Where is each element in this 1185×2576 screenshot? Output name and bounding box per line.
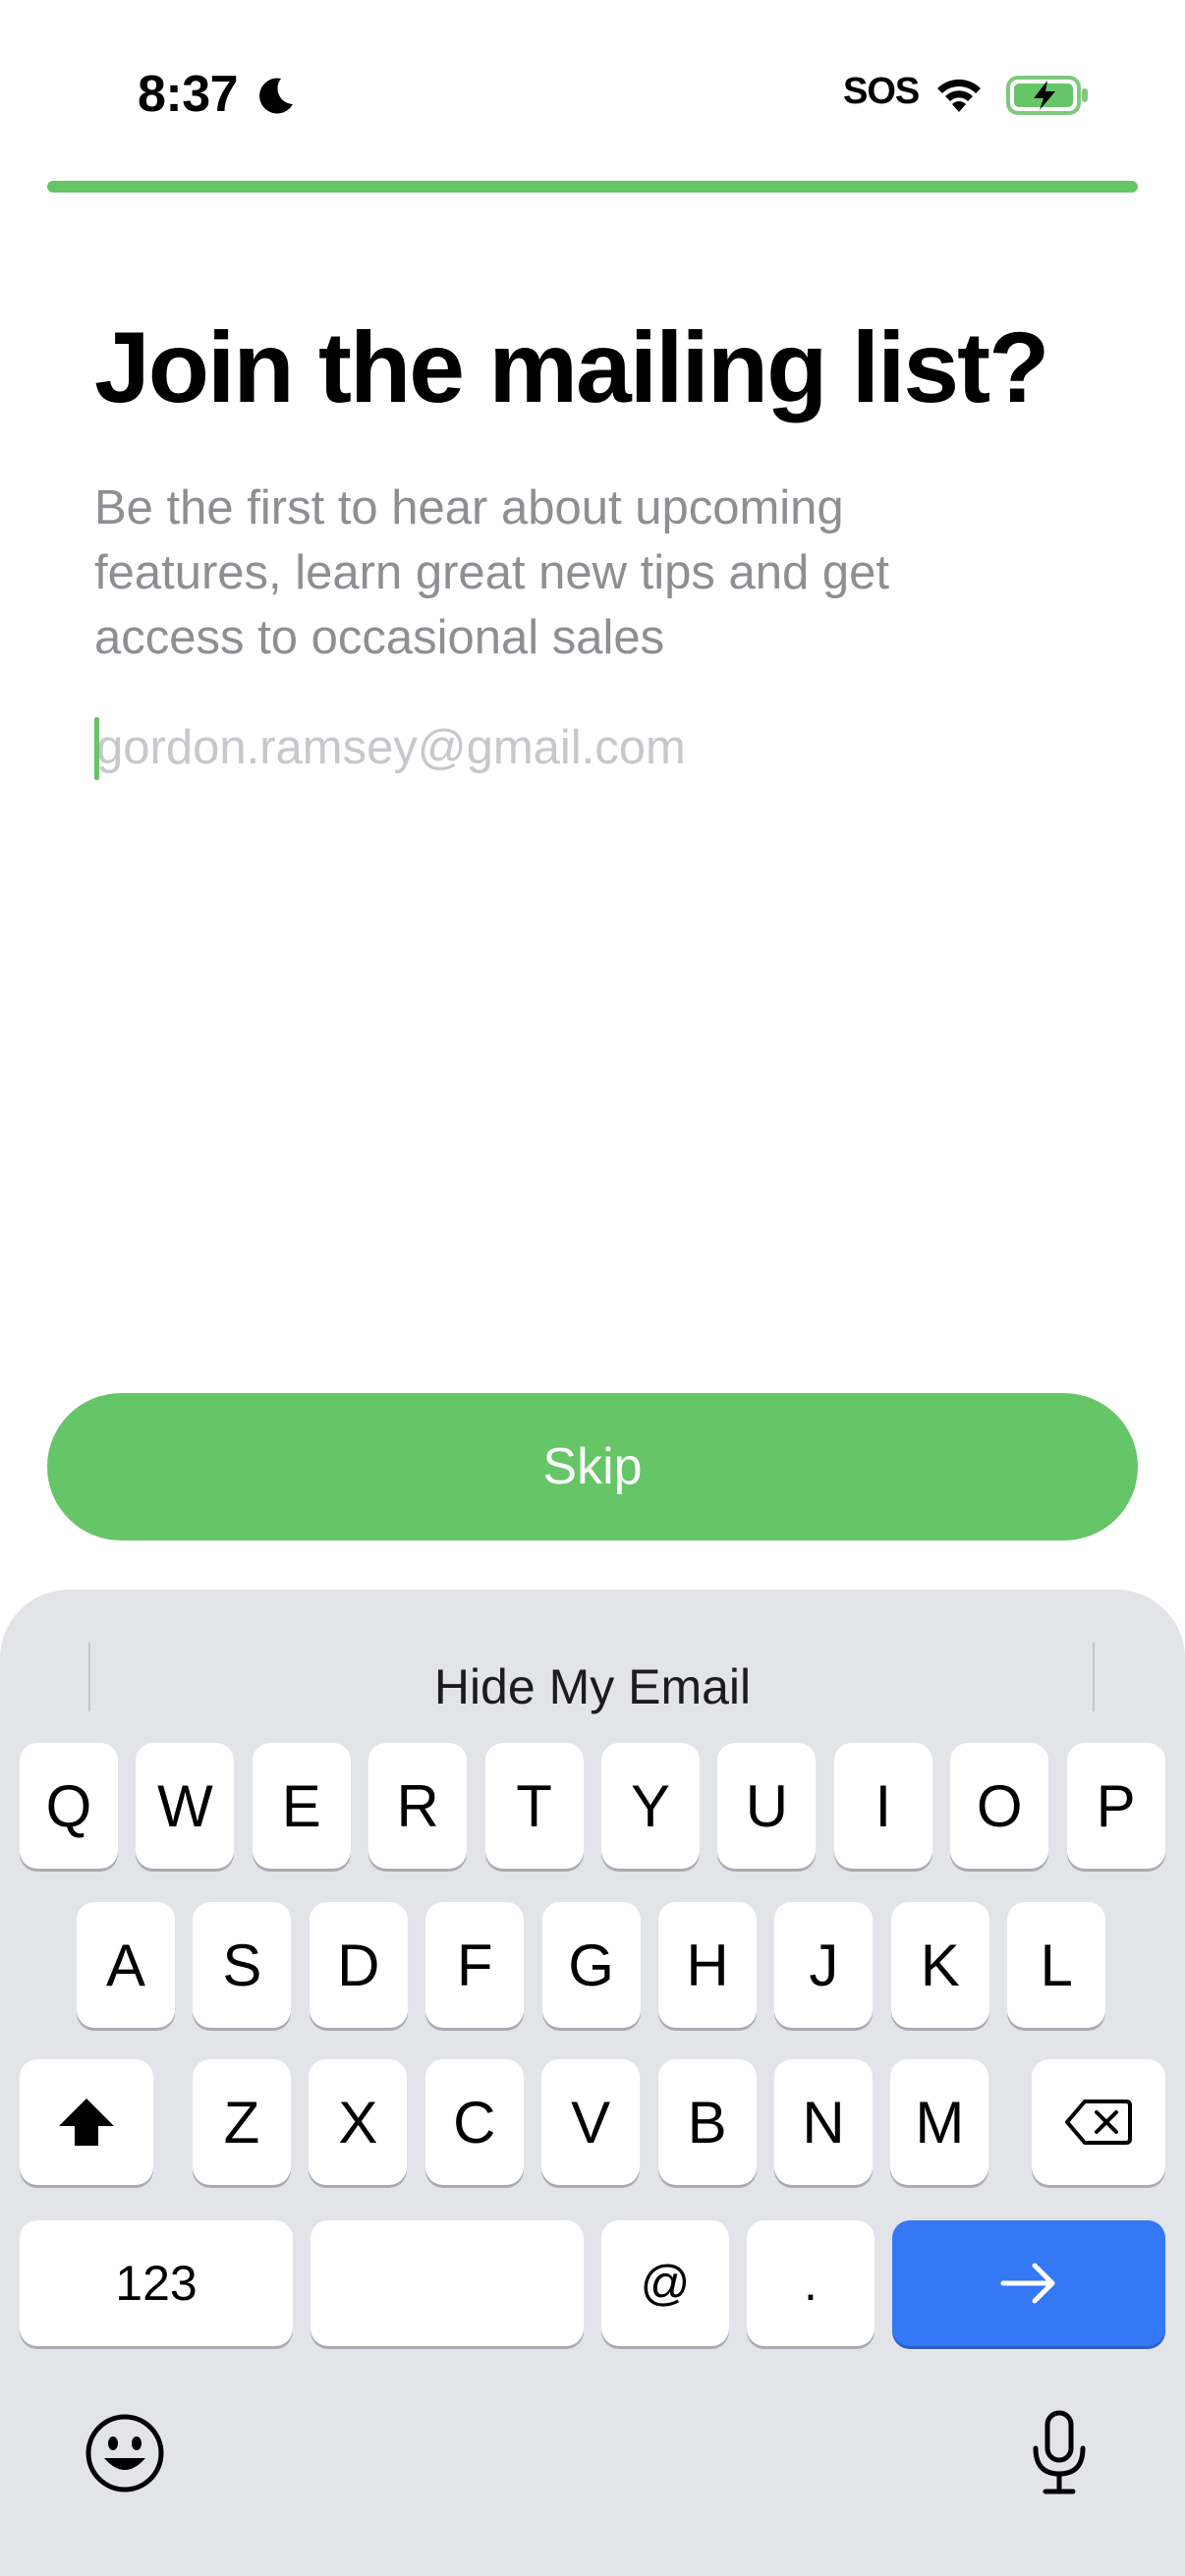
progress-bar <box>47 181 1138 193</box>
shift-key[interactable] <box>20 2059 153 2185</box>
key-e[interactable]: E <box>252 1743 351 1869</box>
email-field[interactable] <box>94 713 1087 782</box>
delete-key[interactable] <box>1032 2059 1165 2185</box>
key-m[interactable]: M <box>890 2059 989 2185</box>
shift-icon <box>59 2099 114 2146</box>
key-c[interactable]: C <box>424 2059 524 2185</box>
numbers-key[interactable]: 123 <box>20 2220 293 2346</box>
key-i[interactable]: I <box>833 1743 932 1869</box>
key-x[interactable]: X <box>309 2059 408 2185</box>
battery-charging-icon <box>1006 76 1088 115</box>
wifi-icon <box>937 79 981 112</box>
key-s[interactable]: S <box>193 1902 292 2028</box>
key-d[interactable]: D <box>309 1902 408 2028</box>
emoji-icon[interactable] <box>85 2413 165 2493</box>
status-bar: 8:37 SOS <box>0 0 1185 187</box>
page-subtitle: Be the first to hear about upcoming feat… <box>94 481 890 664</box>
skip-button[interactable]: Skip <box>47 1393 1138 1540</box>
key-o[interactable]: O <box>950 1743 1049 1869</box>
key-p[interactable]: P <box>1066 1743 1165 1869</box>
email-field-container[interactable] <box>94 713 1087 782</box>
key-l[interactable]: L <box>1007 1902 1106 2028</box>
key-u[interactable]: U <box>717 1743 817 1869</box>
key-a[interactable]: A <box>77 1902 175 2028</box>
key-q[interactable]: Q <box>20 1743 118 1869</box>
key-y[interactable]: Y <box>601 1743 700 1869</box>
key-z[interactable]: Z <box>193 2059 291 2185</box>
suggestion-hide-my-email[interactable]: Hide My Email <box>0 1658 1185 1715</box>
key-f[interactable]: F <box>425 1902 525 2028</box>
key-k[interactable]: K <box>890 1902 989 2028</box>
text-caret <box>94 717 99 780</box>
moon-icon <box>259 78 293 114</box>
keyboard: Hide My Email QWERTYUIOP ASDFGHJKL ZXCVB… <box>0 1590 1185 2576</box>
status-time: 8:37 <box>138 66 239 123</box>
carrier-label: SOS <box>843 71 920 112</box>
key-b[interactable]: B <box>657 2059 757 2185</box>
page-title: Join the mailing list? <box>94 311 1049 423</box>
microphone-icon[interactable] <box>1030 2409 1089 2497</box>
at-key[interactable]: @ <box>601 2220 729 2346</box>
key-w[interactable]: W <box>136 1743 235 1869</box>
dot-key[interactable]: . <box>747 2220 875 2346</box>
key-v[interactable]: V <box>541 2059 641 2185</box>
suggestion-divider <box>1093 1643 1095 1711</box>
key-g[interactable]: G <box>541 1902 641 2028</box>
progress-fill <box>47 181 1138 193</box>
key-r[interactable]: R <box>368 1743 468 1869</box>
key-n[interactable]: N <box>774 2059 873 2185</box>
suggestion-bar: Hide My Email <box>0 1617 1185 1715</box>
arrow-right-icon <box>1000 2263 1055 2304</box>
key-h[interactable]: H <box>658 1902 757 2028</box>
key-t[interactable]: T <box>484 1743 584 1869</box>
delete-icon <box>1065 2100 1132 2145</box>
go-key[interactable] <box>892 2220 1165 2346</box>
space-key[interactable] <box>310 2220 584 2346</box>
key-j[interactable]: J <box>774 1902 874 2028</box>
